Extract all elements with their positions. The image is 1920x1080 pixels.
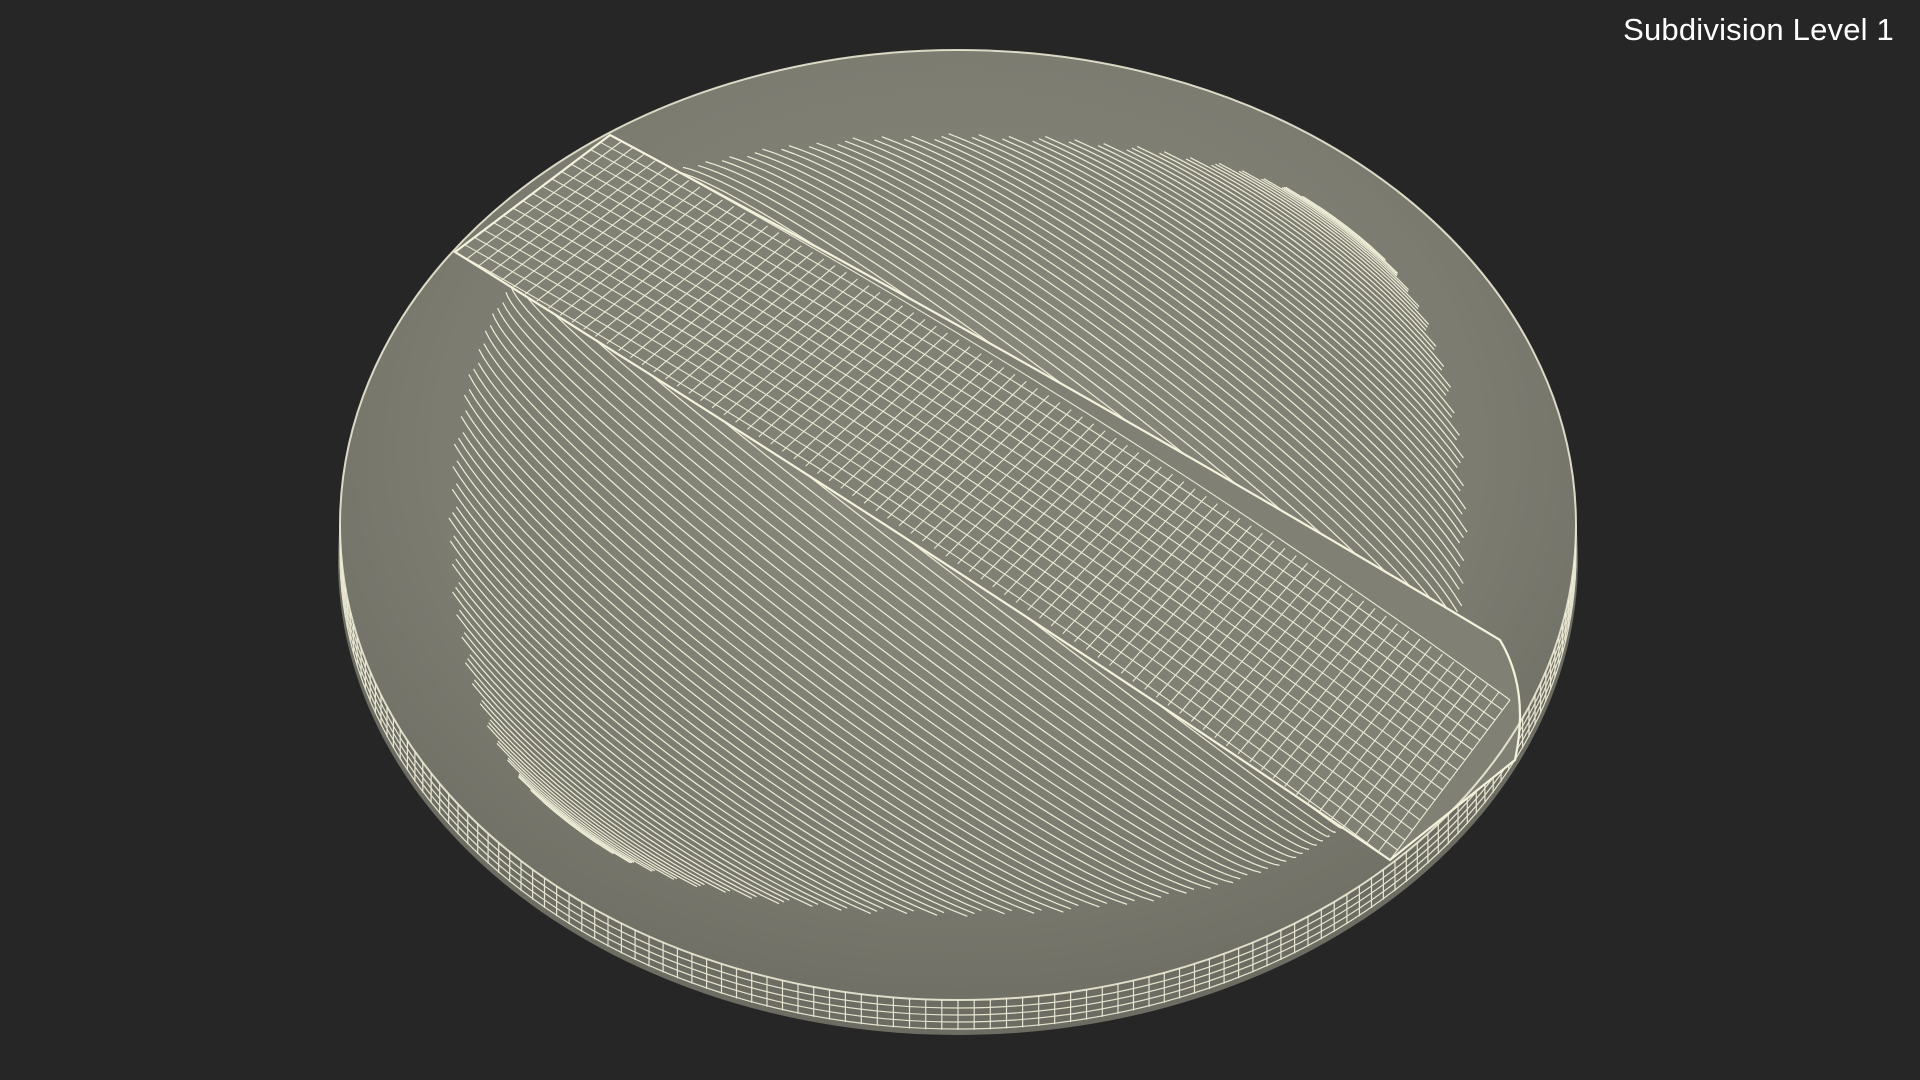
wireframe-model (338, 49, 1578, 1035)
render-viewport: Subdivision Level 1 (0, 0, 1920, 1080)
subdivision-level-label: Subdivision Level 1 (1623, 12, 1894, 47)
